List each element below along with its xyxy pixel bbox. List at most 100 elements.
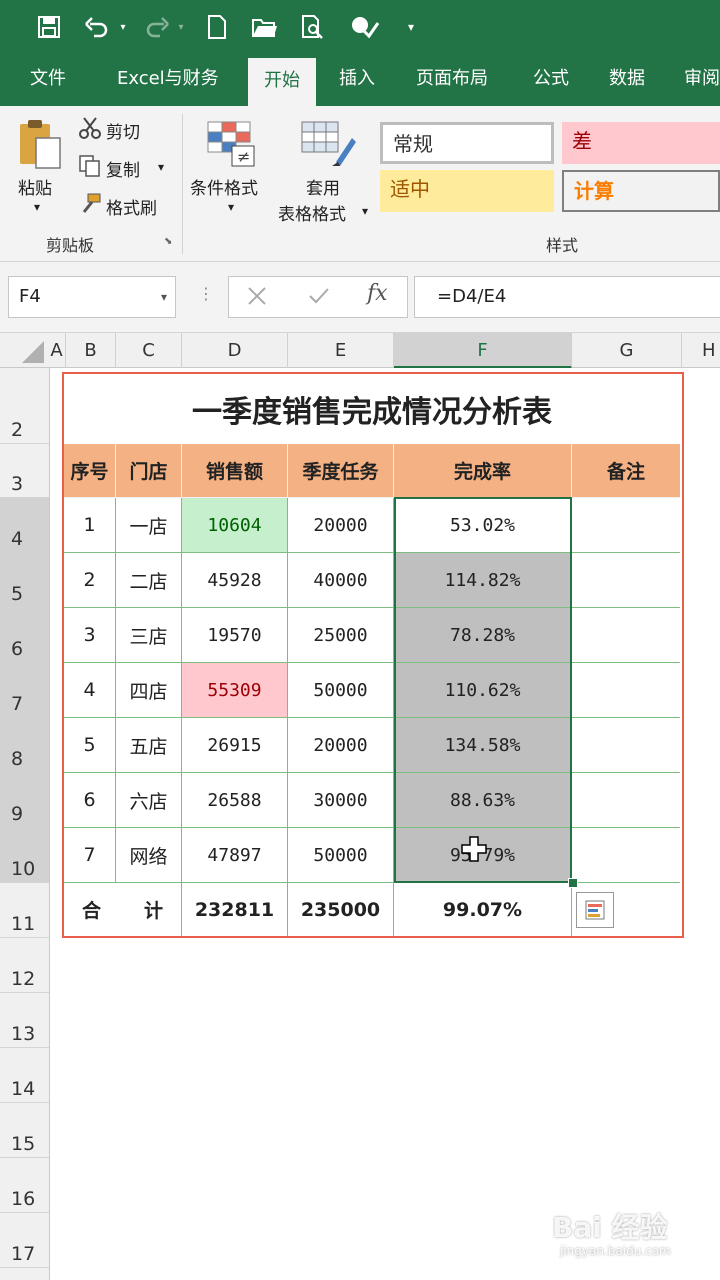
cell-sales[interactable]: 47897 xyxy=(182,828,288,883)
column-header-f[interactable]: F xyxy=(394,333,572,369)
copy-button[interactable]: 复制 xyxy=(106,156,140,181)
copy-dropdown-icon[interactable]: ▾ xyxy=(158,160,164,174)
customize-qat-icon[interactable]: ▾ xyxy=(404,10,418,44)
redo-dropdown-icon[interactable]: ▾ xyxy=(174,10,188,44)
paste-dropdown-icon[interactable]: ▾ xyxy=(34,200,40,214)
cancel-icon[interactable] xyxy=(245,284,269,308)
undo-dropdown-icon[interactable]: ▾ xyxy=(116,10,130,44)
row-header-6[interactable]: 6 xyxy=(0,608,49,663)
cell-notes[interactable] xyxy=(572,663,680,718)
cell-target[interactable]: 20000 xyxy=(288,498,394,553)
cell-target[interactable]: 25000 xyxy=(288,608,394,663)
style-normal[interactable]: 常规 xyxy=(380,122,554,164)
cell-seq[interactable]: 5 xyxy=(64,718,116,773)
header-notes[interactable]: 备注 xyxy=(572,444,680,498)
cell-seq[interactable]: 2 xyxy=(64,553,116,608)
tab-excel-finance[interactable]: Excel与财务 xyxy=(117,56,219,106)
column-header-a[interactable]: A xyxy=(48,333,66,369)
row-header-9[interactable]: 9 xyxy=(0,773,49,828)
cell-target[interactable]: 50000 xyxy=(288,663,394,718)
new-file-icon[interactable] xyxy=(202,10,232,44)
header-sales[interactable]: 销售额 xyxy=(182,444,288,498)
select-all-icon[interactable] xyxy=(18,337,46,365)
vertical-dots-icon[interactable]: ⋮ xyxy=(198,284,214,308)
cut-button[interactable]: 剪切 xyxy=(106,118,140,143)
cell-seq[interactable]: 6 xyxy=(64,773,116,828)
row-header-15[interactable]: 15 xyxy=(0,1103,49,1158)
tab-file[interactable]: 文件 xyxy=(30,56,66,106)
total-sales[interactable]: 232811 xyxy=(182,883,288,936)
sheet-title[interactable]: 一季度销售完成情况分析表 xyxy=(64,374,680,444)
column-header-g[interactable]: G xyxy=(572,333,682,369)
row-header-10[interactable]: 10 xyxy=(0,828,49,883)
cell-sales[interactable]: 55309 xyxy=(182,663,288,718)
cell-sales[interactable]: 19570 xyxy=(182,608,288,663)
style-calculation[interactable]: 计算 xyxy=(562,170,720,212)
cell-seq[interactable]: 3 xyxy=(64,608,116,663)
cell-store[interactable]: 三店 xyxy=(116,608,182,663)
style-neutral[interactable]: 适中 xyxy=(380,170,554,212)
cell-notes[interactable] xyxy=(572,608,680,663)
cell-target[interactable]: 20000 xyxy=(288,718,394,773)
quick-analysis-icon[interactable] xyxy=(576,891,614,928)
cell-store[interactable]: 四店 xyxy=(116,663,182,718)
cell-store[interactable]: 六店 xyxy=(116,773,182,828)
save-icon[interactable] xyxy=(34,10,64,44)
table-format-button[interactable]: 表格格式 xyxy=(278,200,346,225)
column-header-d[interactable]: D xyxy=(182,333,288,369)
print-preview-icon[interactable] xyxy=(298,10,328,44)
fill-handle[interactable] xyxy=(568,878,578,888)
row-header-14[interactable]: 14 xyxy=(0,1048,49,1103)
cell-notes[interactable] xyxy=(572,718,680,773)
row-header-17[interactable]: 17 xyxy=(0,1213,49,1268)
row-header-8[interactable]: 8 xyxy=(0,718,49,773)
row-header-2[interactable]: 2 xyxy=(0,368,49,444)
cut-icon[interactable] xyxy=(78,116,102,140)
tab-insert[interactable]: 插入 xyxy=(339,56,375,106)
cell-sales[interactable]: 10604 xyxy=(182,498,288,553)
undo-icon[interactable] xyxy=(82,10,112,44)
header-target[interactable]: 季度任务 xyxy=(288,444,394,498)
column-header-c[interactable]: C xyxy=(116,333,182,369)
formula-input[interactable]: =D4/E4 xyxy=(414,276,720,318)
dialog-launcher-icon[interactable]: ⬊ xyxy=(164,236,176,248)
column-header-b[interactable]: B xyxy=(66,333,116,369)
table-format-icon[interactable] xyxy=(300,118,356,172)
row-header-4[interactable]: 4 xyxy=(0,498,49,553)
enter-icon[interactable] xyxy=(307,284,331,308)
cell-sales[interactable]: 26915 xyxy=(182,718,288,773)
cell-target[interactable]: 30000 xyxy=(288,773,394,828)
cell-notes[interactable] xyxy=(572,773,680,828)
table-format-label-1[interactable]: 套用 xyxy=(306,174,340,199)
name-box-dropdown-icon[interactable]: ▾ xyxy=(161,277,167,317)
total-target[interactable]: 235000 xyxy=(288,883,394,936)
cell-store[interactable]: 一店 xyxy=(116,498,182,553)
cell-seq[interactable]: 1 xyxy=(64,498,116,553)
row-header-13[interactable]: 13 xyxy=(0,993,49,1048)
total-notes-cell[interactable] xyxy=(572,883,680,936)
style-bad[interactable]: 差 xyxy=(562,122,720,164)
header-store[interactable]: 门店 xyxy=(116,444,182,498)
cell-target[interactable]: 50000 xyxy=(288,828,394,883)
cell-sales[interactable]: 45928 xyxy=(182,553,288,608)
cell-store[interactable]: 网络 xyxy=(116,828,182,883)
header-rate[interactable]: 完成率 xyxy=(394,444,572,498)
row-header-3[interactable]: 3 xyxy=(0,444,49,498)
paste-button[interactable]: 粘贴 xyxy=(18,174,52,199)
row-header-5[interactable]: 5 xyxy=(0,553,49,608)
copy-icon[interactable] xyxy=(78,154,102,178)
cell-target[interactable]: 40000 xyxy=(288,553,394,608)
table-format-dropdown-icon[interactable]: ▾ xyxy=(362,204,368,218)
tab-page-layout[interactable]: 页面布局 xyxy=(416,56,488,106)
tab-review[interactable]: 审阅 xyxy=(684,56,720,106)
cell-store[interactable]: 二店 xyxy=(116,553,182,608)
cell-seq[interactable]: 7 xyxy=(64,828,116,883)
cell-notes[interactable] xyxy=(572,553,680,608)
tab-data[interactable]: 数据 xyxy=(609,56,645,106)
name-box[interactable]: F4 ▾ xyxy=(8,276,176,318)
conditional-format-icon[interactable]: ≠ xyxy=(206,120,258,170)
total-rate[interactable]: 99.07% xyxy=(394,883,572,936)
cell-seq[interactable]: 4 xyxy=(64,663,116,718)
tab-formulas[interactable]: 公式 xyxy=(533,56,569,106)
row-header-7[interactable]: 7 xyxy=(0,663,49,718)
